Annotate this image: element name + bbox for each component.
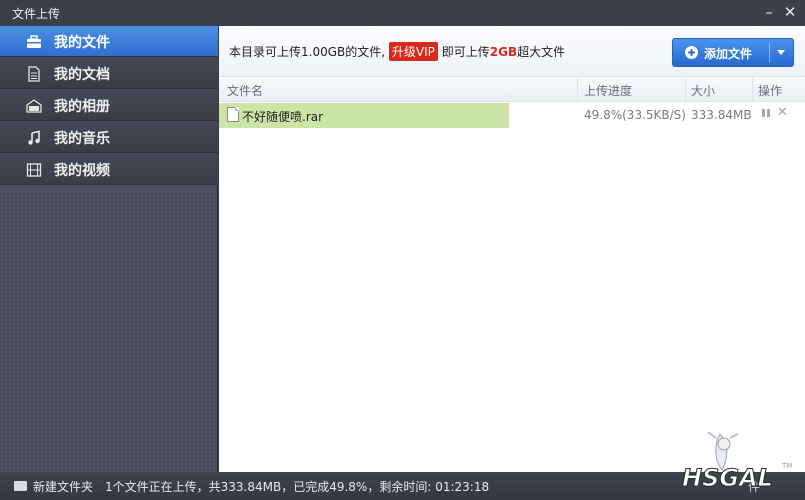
music-note-icon (26, 130, 42, 146)
upload-limit-notice: 本目录可上传1.00GB的文件, 升级VIP 即可上传2GB超大文件 (229, 42, 565, 61)
file-name: 不好随便喷.rar (242, 110, 324, 124)
sidebar-item-label: 我的文档 (54, 67, 110, 83)
pause-icon[interactable] (762, 109, 770, 119)
sidebar-item-my-albums[interactable]: 我的相册 (0, 90, 218, 121)
minimize-button[interactable]: – (760, 3, 778, 21)
film-icon (26, 162, 42, 178)
notice-middle: 即可上传 (441, 45, 490, 59)
sidebar-item-my-documents[interactable]: 我的文档 (0, 58, 218, 89)
close-button[interactable]: ✕ (781, 3, 799, 21)
main-panel: 本目录可上传1.00GB的文件, 升级VIP 即可上传2GB超大文件 添加文件 … (219, 26, 805, 472)
sidebar-item-label: 我的音乐 (54, 131, 110, 147)
briefcase-icon (26, 34, 42, 50)
plus-circle-icon (685, 46, 698, 59)
svg-text:HSGAL: HSGAL (682, 464, 773, 492)
add-file-button[interactable]: 添加文件 (672, 38, 794, 67)
sidebar-item-my-music[interactable]: 我的音乐 (0, 122, 218, 153)
upload-progress-text: 49.8%(33.5KB/S) (584, 108, 686, 122)
sidebar-item-label: 我的文件 (54, 35, 110, 51)
sidebar: 我的文件 我的文档 我的相册 我的音乐 我的视频 (0, 26, 218, 472)
sidebar-item-my-files[interactable]: 我的文件 (0, 26, 218, 57)
column-divider (577, 78, 578, 102)
chevron-down-icon[interactable] (777, 50, 785, 55)
new-folder-icon (14, 481, 27, 491)
document-icon (26, 66, 42, 82)
notice-suffix: 超大文件 (517, 45, 566, 59)
column-header-progress[interactable]: 上传进度 (584, 82, 632, 99)
button-divider (769, 43, 770, 63)
upload-status-text: 1个文件正在上传，共333.84MB，已完成49.8%，剩余时间: 01:23:… (105, 480, 490, 494)
cancel-icon[interactable]: ✕ (777, 105, 788, 120)
column-divider (752, 78, 753, 102)
table-row[interactable]: 不好随便喷.rar 49.8%(33.5KB/S) 333.84MB ✕ (219, 102, 805, 128)
file-icon (227, 107, 239, 122)
photo-album-icon (26, 98, 42, 114)
notice-prefix: 本目录可上传1.00GB的文件, (229, 45, 386, 59)
add-file-label: 添加文件 (704, 47, 753, 61)
new-folder-label: 新建文件夹 (33, 480, 94, 494)
window-title: 文件上传 (12, 7, 61, 21)
upload-toolbar: 本目录可上传1.00GB的文件, 升级VIP 即可上传2GB超大文件 添加文件 (219, 26, 805, 77)
sidebar-item-label: 我的相册 (54, 99, 110, 115)
column-divider (685, 78, 686, 102)
sidebar-item-my-videos[interactable]: 我的视频 (0, 154, 218, 185)
column-header-size[interactable]: 大小 (691, 82, 715, 99)
table-header: 文件名 上传进度 大小 操作 (219, 78, 805, 102)
sidebar-item-label: 我的视频 (54, 163, 110, 179)
column-header-actions: 操作 (758, 84, 783, 98)
watermark-logo: HSGAL TM (678, 430, 798, 496)
column-header-name[interactable]: 文件名 (227, 82, 263, 99)
svg-text:TM: TM (781, 462, 792, 470)
upgrade-vip-button[interactable]: 升级VIP (388, 42, 438, 61)
notice-highlight: 2GB (489, 45, 518, 59)
file-size: 333.84MB (691, 108, 752, 122)
title-bar: 文件上传 – ✕ (0, 0, 805, 26)
